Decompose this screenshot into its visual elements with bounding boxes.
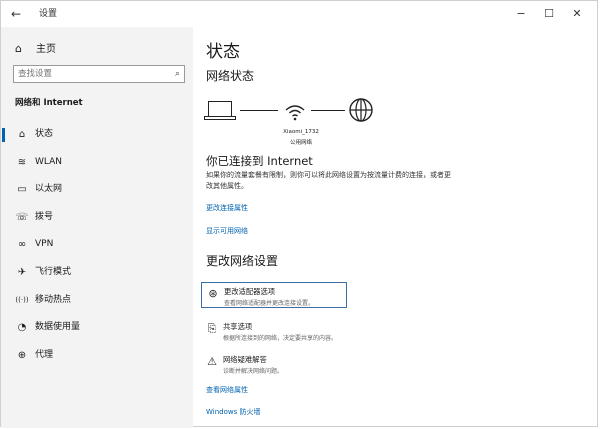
connection-description: 如果你的流量套餐有限制，则你可以将此网络设置为按流量计费的连接，或者更改其他属性… bbox=[206, 171, 451, 190]
search-input[interactable] bbox=[18, 67, 163, 81]
nav-list: ⌂ 状态 ≋ WLAN ▭ 以太网 ☏ 拨号 ∞ VPN ✈ 飞行模式 ((·)… bbox=[1, 121, 193, 369]
computer-icon bbox=[208, 101, 232, 116]
sidebar-item-label: 拨号 bbox=[35, 211, 54, 222]
sidebar-item-label: VPN bbox=[35, 239, 54, 250]
option-description: 查看网络适配器并更改连接设置。 bbox=[224, 300, 315, 307]
main-content: 状态 网络状态 Xiaomi_1732 公用网络 你已连接到 Internet … bbox=[193, 27, 599, 428]
wifi-signal-icon bbox=[283, 101, 307, 121]
computer-base-icon bbox=[204, 116, 236, 120]
sidebar-item-airplane-mode[interactable]: ✈ 飞行模式 bbox=[1, 259, 193, 287]
section-label: 网络和 Internet bbox=[15, 98, 83, 108]
dialup-icon: ☏ bbox=[15, 211, 29, 223]
show-available-networks-link[interactable]: 显示可用网络 bbox=[206, 226, 248, 236]
option-description: 根据所连接到的网络，决定要共享的内容。 bbox=[223, 335, 338, 342]
change-adapter-options[interactable]: ⊛ 更改适配器选项 查看网络适配器并更改连接设置。 bbox=[201, 282, 347, 308]
status-icon: ⌂ bbox=[18, 129, 26, 140]
airplane-icon: ✈ bbox=[17, 266, 27, 278]
sidebar-item-hotspot[interactable]: ((·)) 移动热点 bbox=[1, 287, 193, 315]
page-title: 状态 bbox=[206, 42, 240, 62]
warning-icon: ⚠ bbox=[207, 355, 217, 368]
sidebar-item-data-usage[interactable]: ◔ 数据使用量 bbox=[1, 314, 193, 342]
windows-firewall-link[interactable]: Windows 防火墙 bbox=[206, 407, 260, 417]
sidebar-item-status[interactable]: ⌂ 状态 bbox=[1, 121, 193, 149]
connection-line bbox=[311, 110, 345, 111]
network-troubleshooter[interactable]: ⚠ 网络疑难解答 诊断并解决网络问题。 bbox=[201, 351, 381, 377]
sharing-icon: ⎘ bbox=[207, 322, 217, 335]
adapter-icon: ⊛ bbox=[208, 287, 218, 300]
option-title: 网络疑难解答 bbox=[223, 355, 267, 364]
sidebar-item-label: 代理 bbox=[35, 349, 54, 360]
network-name: Xiaomi_1732 bbox=[283, 129, 319, 135]
home-icon: ⌂ bbox=[15, 42, 22, 55]
sidebar-item-wlan[interactable]: ≋ WLAN bbox=[1, 149, 193, 177]
sidebar-item-label: WLAN bbox=[35, 156, 63, 167]
sidebar: ⌂ 主页 ⌕ 网络和 Internet ⌂ 状态 ≋ WLAN ▭ 以太网 ☏ 拨… bbox=[1, 27, 193, 428]
sidebar-item-vpn[interactable]: ∞ VPN bbox=[1, 231, 193, 259]
sidebar-item-label: 移动热点 bbox=[35, 294, 72, 305]
settings-window: ← 设置 − ☐ ✕ ⌂ 主页 ⌕ 网络和 Internet ⌂ 状态 ≋ WLA… bbox=[0, 0, 599, 428]
network-type: 公用网络 bbox=[289, 140, 312, 146]
sidebar-item-label: 状态 bbox=[35, 129, 54, 139]
minimize-button[interactable]: − bbox=[511, 6, 531, 22]
globe-icon bbox=[348, 97, 374, 123]
window-title: 设置 bbox=[39, 9, 58, 19]
connection-line bbox=[240, 110, 278, 111]
option-description: 诊断并解决网络问题。 bbox=[223, 368, 284, 375]
option-title: 共享选项 bbox=[223, 322, 253, 331]
connection-status-title: 你已连接到 Internet bbox=[206, 154, 313, 168]
view-network-properties-link[interactable]: 查看网络属性 bbox=[206, 385, 248, 395]
home-link[interactable]: ⌂ 主页 bbox=[15, 41, 56, 57]
change-connection-properties-link[interactable]: 更改连接属性 bbox=[206, 203, 248, 213]
ethernet-icon: ▭ bbox=[17, 184, 27, 196]
proxy-icon: ⊕ bbox=[17, 349, 27, 361]
sharing-options[interactable]: ⎘ 共享选项 根据所连接到的网络，决定要共享的内容。 bbox=[201, 318, 381, 344]
network-status-heading: 网络状态 bbox=[206, 69, 255, 83]
change-network-settings-heading: 更改网络设置 bbox=[206, 254, 279, 268]
close-button[interactable]: ✕ bbox=[567, 6, 587, 22]
back-arrow-icon[interactable]: ← bbox=[11, 6, 21, 22]
title-bar: ← 设置 − ☐ ✕ bbox=[1, 1, 597, 27]
wifi-signal-svg bbox=[285, 105, 305, 121]
sidebar-item-ethernet[interactable]: ▭ 以太网 bbox=[1, 176, 193, 204]
sidebar-item-dialup[interactable]: ☏ 拨号 bbox=[1, 204, 193, 232]
search-icon[interactable]: ⌕ bbox=[175, 67, 180, 81]
sidebar-item-label: 数据使用量 bbox=[35, 322, 81, 333]
option-title: 更改适配器选项 bbox=[224, 287, 276, 296]
home-label: 主页 bbox=[36, 44, 56, 55]
sidebar-item-label: 以太网 bbox=[35, 184, 63, 195]
wifi-icon: ≋ bbox=[17, 156, 27, 168]
search-box[interactable]: ⌕ bbox=[13, 65, 185, 83]
hotspot-icon: ((·)) bbox=[15, 295, 29, 304]
data-usage-icon: ◔ bbox=[17, 322, 27, 334]
sidebar-item-proxy[interactable]: ⊕ 代理 bbox=[1, 342, 193, 370]
sidebar-item-label: 飞行模式 bbox=[35, 266, 72, 277]
globe-svg bbox=[349, 98, 373, 122]
vpn-icon: ∞ bbox=[17, 239, 27, 251]
maximize-button[interactable]: ☐ bbox=[539, 6, 559, 22]
